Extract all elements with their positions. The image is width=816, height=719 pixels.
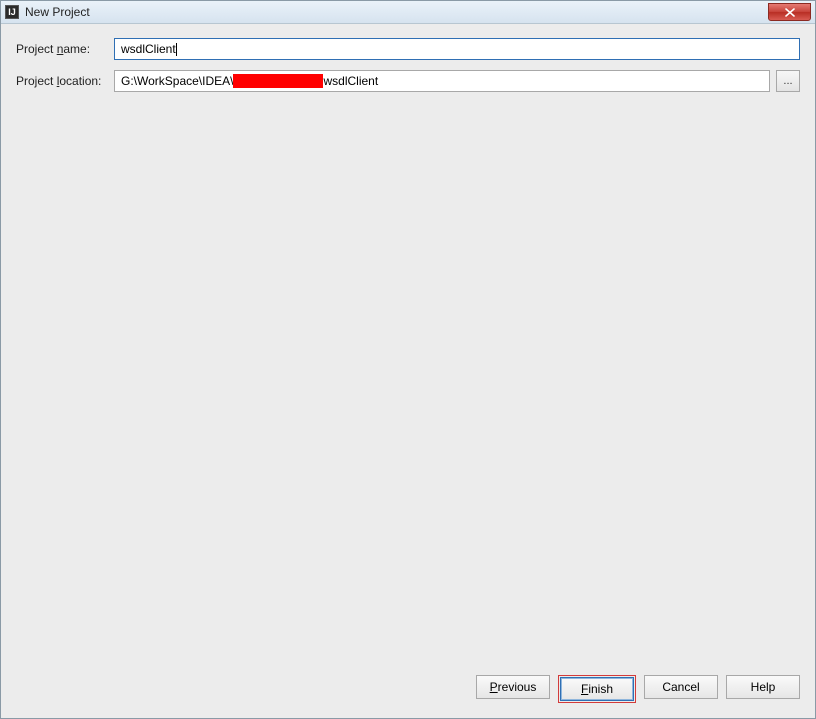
redacted-segment	[233, 74, 323, 88]
new-project-dialog: IJ New Project Project name: wsdlClient …	[0, 0, 816, 719]
spacer	[16, 102, 800, 665]
project-name-row: Project name: wsdlClient	[16, 38, 800, 60]
window-title: New Project	[25, 5, 90, 19]
project-location-input[interactable]: G:\WorkSpace\IDEA\ wsdlClient	[114, 70, 770, 92]
finish-button-highlight: Finish	[558, 675, 636, 703]
project-name-value: wsdlClient	[121, 42, 176, 56]
cancel-button[interactable]: Cancel	[644, 675, 718, 699]
help-button[interactable]: Help	[726, 675, 800, 699]
text-caret	[176, 43, 177, 56]
project-location-pre: G:\WorkSpace\IDEA\	[121, 74, 233, 88]
form-area: Project name: wsdlClient Project locatio…	[4, 28, 812, 665]
titlebar: IJ New Project	[1, 1, 815, 24]
app-icon: IJ	[5, 5, 19, 19]
button-bar: Previous Finish Cancel Help	[4, 665, 812, 715]
project-location-label: Project location:	[16, 74, 108, 88]
content-area: Project name: wsdlClient Project locatio…	[1, 24, 815, 718]
project-name-input[interactable]: wsdlClient	[114, 38, 800, 60]
browse-location-button[interactable]: ...	[776, 70, 800, 92]
project-location-row: Project location: G:\WorkSpace\IDEA\ wsdl…	[16, 70, 800, 92]
close-icon	[785, 8, 795, 17]
ellipsis-icon: ...	[783, 75, 792, 87]
previous-button[interactable]: Previous	[476, 675, 550, 699]
close-button[interactable]	[768, 3, 811, 21]
project-name-label: Project name:	[16, 42, 108, 56]
project-location-post: wsdlClient	[323, 74, 378, 88]
finish-button[interactable]: Finish	[560, 677, 634, 701]
